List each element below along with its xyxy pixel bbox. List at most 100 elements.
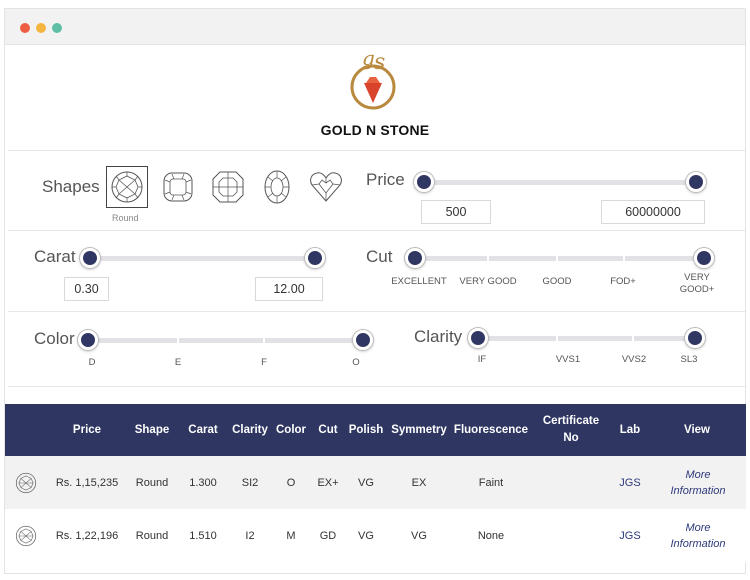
color-step-tick: [177, 337, 179, 344]
cell-certificate: [537, 509, 605, 562]
selected-shape-caption: Round: [112, 213, 139, 223]
cut-step-tick: [556, 255, 558, 262]
row-shape-thumb: [11, 509, 41, 562]
divider: [8, 150, 745, 151]
carat-min-handle[interactable]: [80, 248, 100, 268]
cell-carat: 1.510: [189, 529, 217, 542]
carat-slider-track[interactable]: [90, 256, 316, 261]
heart-diamond-icon: [310, 172, 342, 202]
price-min-handle[interactable]: [414, 172, 434, 192]
cut-step-tick: [487, 255, 489, 262]
cell-carat: 1.300: [189, 476, 217, 489]
price-min-input[interactable]: 500: [421, 200, 491, 224]
cell-color: O: [286, 476, 296, 489]
cell-clarity: I2: [245, 529, 255, 542]
color-step-label: F: [261, 357, 267, 368]
minimize-window-dot[interactable]: [36, 23, 46, 33]
carat-max-input[interactable]: 12.00: [255, 277, 323, 301]
color-min-handle[interactable]: [78, 330, 98, 350]
more-information-link[interactable]: More Information: [665, 509, 731, 562]
svg-text:s: s: [374, 50, 385, 75]
col-carat[interactable]: Carat: [183, 404, 223, 456]
row-shape-thumb: [11, 456, 41, 509]
shape-cushion-button[interactable]: [159, 168, 197, 206]
round-diamond-icon: [111, 171, 143, 203]
color-step-label: E: [174, 357, 182, 368]
gs-logo-icon: g s: [350, 46, 396, 110]
clarity-max-handle[interactable]: [685, 328, 705, 348]
shape-oval-button[interactable]: [258, 168, 296, 206]
results-table-header: Price Shape Carat Clarity Color Cut Poli…: [5, 404, 746, 456]
carat-min-input[interactable]: 0.30: [64, 277, 109, 301]
table-row[interactable]: Rs. 1,15,235 Round 1.300 SI2 O EX+ VG EX…: [5, 456, 746, 509]
col-polish[interactable]: Polish: [345, 404, 387, 456]
cut-step-label: VERY GOOD: [459, 276, 517, 287]
cell-clarity: SI2: [241, 476, 259, 489]
table-row[interactable]: Rs. 1,22,196 Round 1.510 I2 M GD VG VG N…: [5, 509, 746, 562]
clarity-label: Clarity: [414, 327, 463, 346]
col-fluorescence[interactable]: Fluorescence: [453, 404, 529, 456]
cut-step-label: FOD+: [610, 276, 636, 287]
clarity-step-label: IF: [477, 354, 487, 365]
maximize-window-dot[interactable]: [52, 23, 62, 33]
cell-lab[interactable]: JGS: [613, 456, 647, 509]
cell-cut: EX+: [317, 476, 339, 489]
col-lab[interactable]: Lab: [613, 404, 647, 456]
price-max-input[interactable]: 60000000: [601, 200, 705, 224]
more-information-link[interactable]: More Information: [665, 456, 731, 509]
brand-name: GOLD N STONE: [320, 122, 430, 138]
price-label: Price: [366, 170, 405, 189]
asscher-diamond-icon: [212, 171, 244, 203]
cell-symmetry: VG: [411, 529, 427, 542]
cell-lab[interactable]: JGS: [613, 509, 647, 562]
col-shape[interactable]: Shape: [129, 404, 175, 456]
cell-shape: Round: [135, 476, 169, 489]
divider: [8, 311, 745, 312]
oval-diamond-icon: [264, 170, 290, 204]
col-view[interactable]: View: [667, 404, 727, 456]
shape-heart-button[interactable]: [307, 168, 345, 206]
cut-label: Cut: [366, 247, 393, 266]
cut-step-label: VERY GOOD+: [679, 272, 715, 295]
col-cut[interactable]: Cut: [313, 404, 343, 456]
round-diamond-icon: [15, 525, 37, 546]
clarity-step-label: SL3: [680, 354, 698, 365]
shapes-label: Shapes: [42, 177, 100, 196]
cushion-diamond-icon: [163, 172, 193, 202]
clarity-min-handle[interactable]: [468, 328, 488, 348]
cut-min-handle[interactable]: [405, 248, 425, 268]
round-diamond-icon: [15, 472, 37, 493]
color-max-handle[interactable]: [353, 330, 373, 350]
divider: [8, 386, 745, 387]
clarity-step-label: VVS2: [621, 354, 647, 365]
color-slider-track[interactable]: [88, 337, 364, 344]
clarity-slider-track[interactable]: [478, 335, 696, 342]
price-slider-track[interactable]: [424, 180, 696, 185]
price-max-handle[interactable]: [686, 172, 706, 192]
cell-polish: VG: [358, 529, 374, 542]
col-color[interactable]: Color: [273, 404, 309, 456]
cell-shape: Round: [135, 529, 169, 542]
shape-asscher-button[interactable]: [209, 168, 247, 206]
cell-price: Rs. 1,22,196: [55, 529, 119, 542]
cell-polish: VG: [358, 476, 374, 489]
color-step-label: O: [352, 357, 360, 368]
cut-step-label: EXCELLENT: [391, 276, 447, 287]
color-label: Color: [34, 329, 75, 348]
col-price[interactable]: Price: [57, 404, 117, 456]
divider: [8, 230, 745, 231]
cut-slider-track[interactable]: [416, 255, 704, 262]
carat-max-handle[interactable]: [305, 248, 325, 268]
cut-step-label: GOOD: [542, 276, 572, 287]
cut-max-handle[interactable]: [694, 248, 714, 268]
color-step-tick: [263, 337, 265, 344]
col-symmetry[interactable]: Symmetry: [389, 404, 449, 456]
col-clarity[interactable]: Clarity: [229, 404, 271, 456]
cell-color: M: [286, 529, 296, 542]
window-titlebar: [5, 9, 745, 45]
shape-round-button[interactable]: [106, 166, 148, 208]
col-certificate[interactable]: Certificate No: [537, 404, 605, 456]
close-window-dot[interactable]: [20, 23, 30, 33]
cell-certificate: [537, 456, 605, 509]
clarity-step-label: VVS1: [555, 354, 581, 365]
